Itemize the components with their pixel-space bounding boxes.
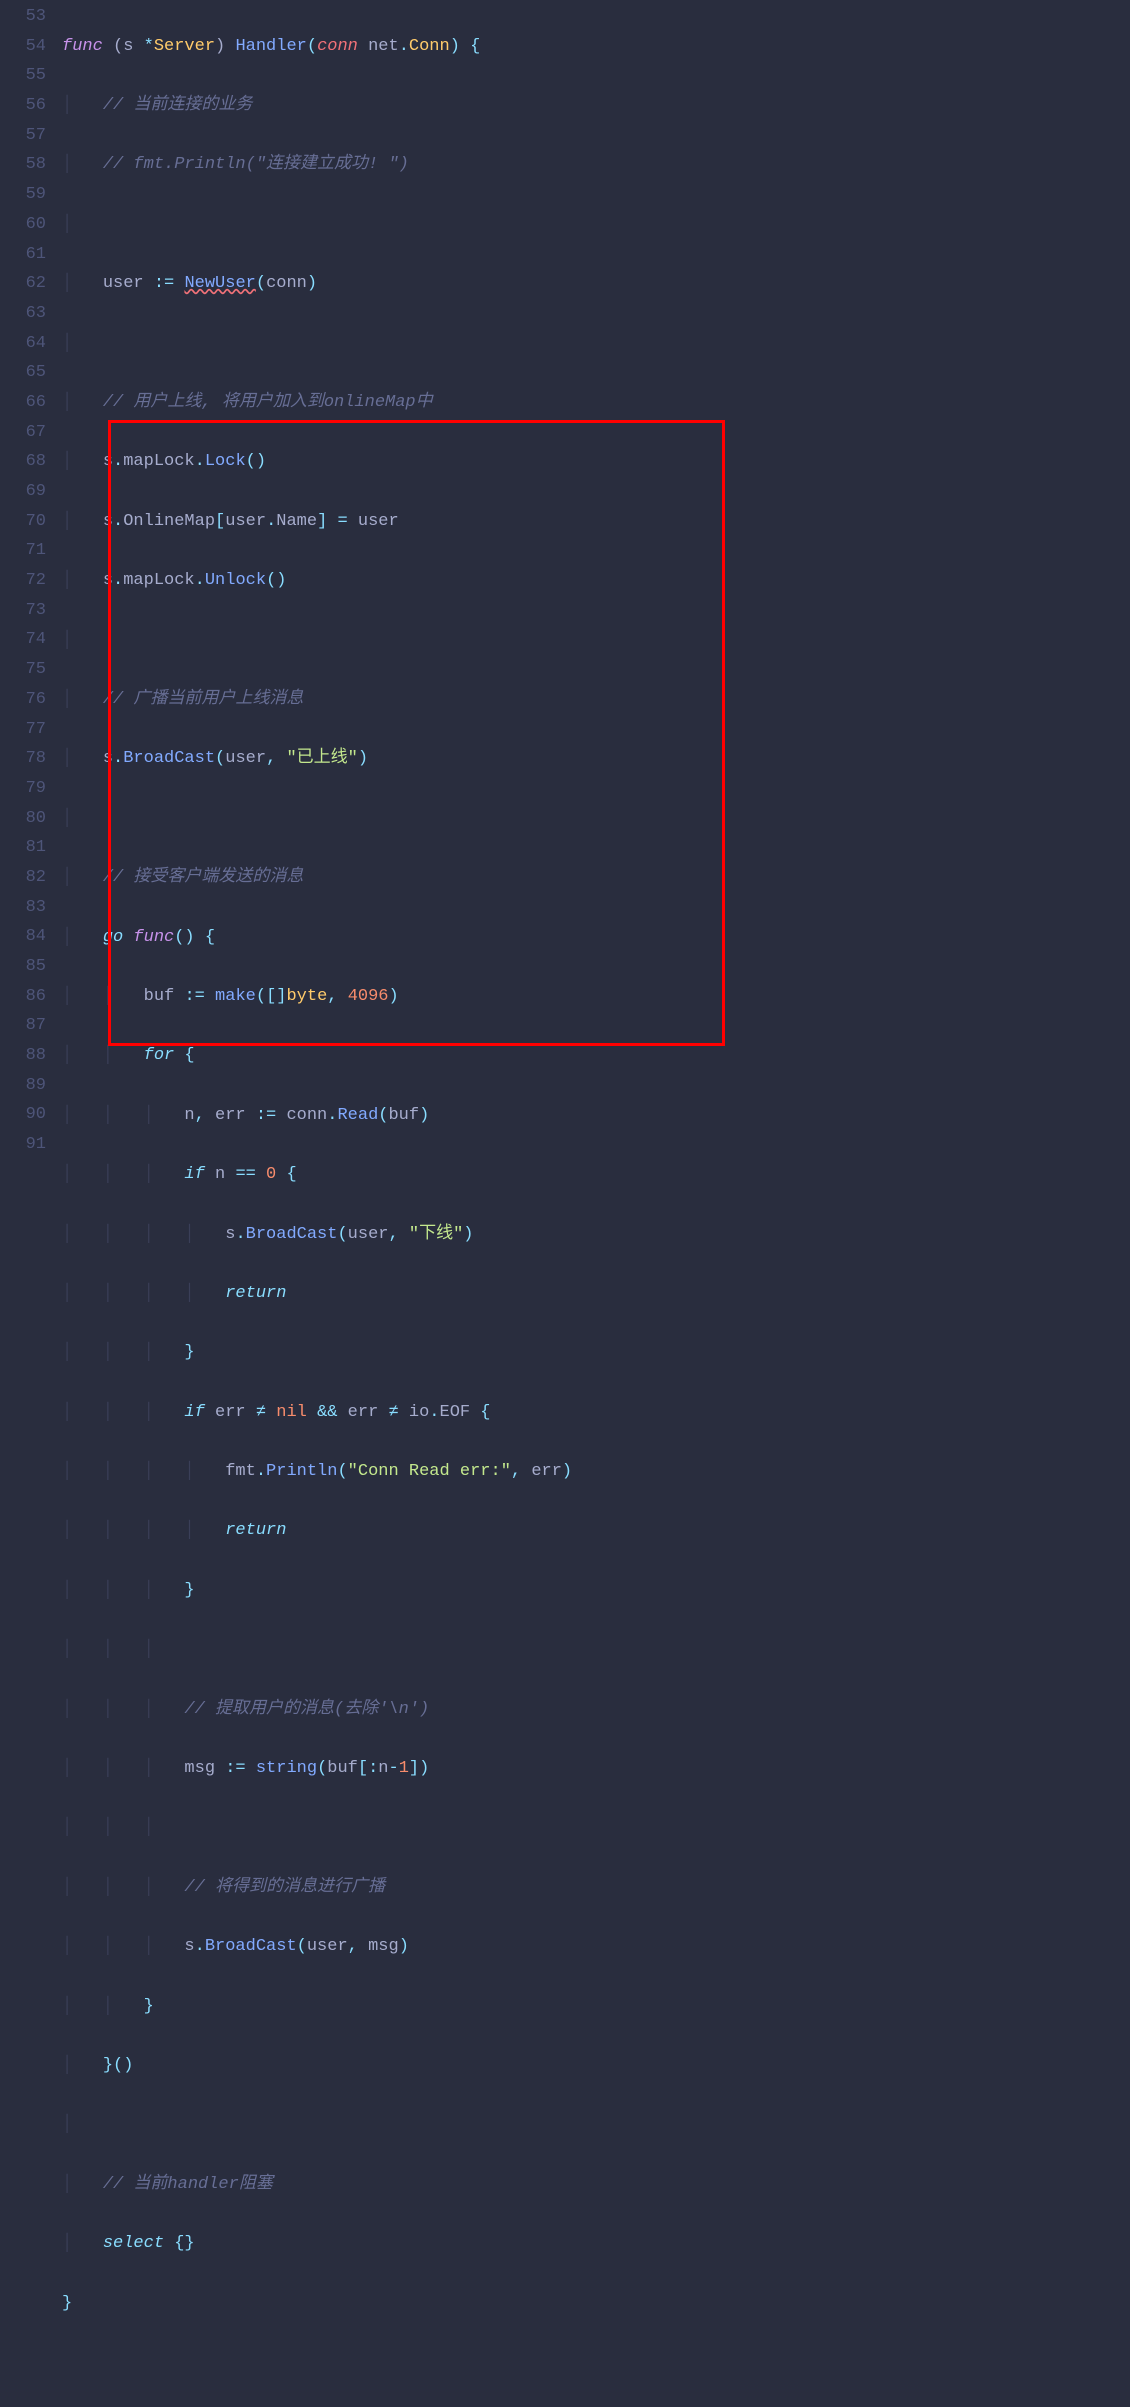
code-line[interactable]: │ s.mapLock.Unlock() — [62, 566, 1130, 596]
line-number: 63 — [0, 299, 46, 329]
line-number: 85 — [0, 952, 46, 982]
line-number: 64 — [0, 329, 46, 359]
code-line[interactable]: │ │ │ if err ≠ nil && err ≠ io.EOF { — [62, 1398, 1130, 1428]
code-line[interactable]: │ go func() { — [62, 923, 1130, 953]
line-number: 81 — [0, 833, 46, 863]
code-line[interactable]: │ — [62, 804, 1130, 834]
code-line[interactable]: │ │ │ // 将得到的消息进行广播 — [62, 1873, 1130, 1903]
code-line[interactable]: func (s *Server) Handler(conn net.Conn) … — [62, 32, 1130, 62]
line-number: 71 — [0, 536, 46, 566]
line-number: 82 — [0, 863, 46, 893]
line-number: 78 — [0, 744, 46, 774]
code-line[interactable]: │ │ } — [62, 1992, 1130, 2022]
line-number: 57 — [0, 121, 46, 151]
code-line[interactable]: │ — [62, 210, 1130, 240]
line-number: 69 — [0, 477, 46, 507]
line-number: 55 — [0, 61, 46, 91]
code-line[interactable]: │ │ │ n, err := conn.Read(buf) — [62, 1101, 1130, 1131]
line-number: 76 — [0, 685, 46, 715]
code-line[interactable]: │ s.mapLock.Lock() — [62, 447, 1130, 477]
line-number: 58 — [0, 150, 46, 180]
line-number: 87 — [0, 1011, 46, 1041]
code-line[interactable]: │ — [62, 329, 1130, 359]
line-number: 88 — [0, 1041, 46, 1071]
line-number: 73 — [0, 596, 46, 626]
line-number: 83 — [0, 893, 46, 923]
code-line[interactable]: │ │ │ } — [62, 1338, 1130, 1368]
line-number: 56 — [0, 91, 46, 121]
code-line[interactable]: │ s.OnlineMap[user.Name] = user — [62, 507, 1130, 537]
code-line[interactable]: │ select {} — [62, 2229, 1130, 2259]
line-number: 66 — [0, 388, 46, 418]
code-line[interactable]: │ // 当前handler阻塞 — [62, 2170, 1130, 2200]
line-number: 59 — [0, 180, 46, 210]
code-line[interactable]: │ │ │ │ return — [62, 1279, 1130, 1309]
code-line[interactable]: │ │ │ } — [62, 1576, 1130, 1606]
code-line[interactable]: │ // 接受客户端发送的消息 — [62, 863, 1130, 893]
line-number: 86 — [0, 982, 46, 1012]
code-line[interactable]: │ │ │ — [62, 1813, 1130, 1843]
line-number: 70 — [0, 507, 46, 537]
line-number: 84 — [0, 922, 46, 952]
code-area[interactable]: func (s *Server) Handler(conn net.Conn) … — [62, 0, 1130, 1248]
line-number: 72 — [0, 566, 46, 596]
code-line[interactable]: │ // fmt.Println("连接建立成功! ") — [62, 150, 1130, 180]
code-line[interactable]: │ │ │ if n == 0 { — [62, 1160, 1130, 1190]
line-number: 80 — [0, 804, 46, 834]
code-line[interactable]: │ │ │ │ return — [62, 1516, 1130, 1546]
code-line[interactable]: │ // 当前连接的业务 — [62, 91, 1130, 121]
line-number: 60 — [0, 210, 46, 240]
code-editor[interactable]: 53 54 55 56 57 58 59 60 61 62 63 64 65 6… — [0, 0, 1130, 1248]
code-line[interactable]: │ │ │ // 提取用户的消息(去除'\n') — [62, 1695, 1130, 1725]
line-number: 67 — [0, 418, 46, 448]
code-line[interactable]: │ user := NewUser(conn) — [62, 269, 1130, 299]
line-number: 89 — [0, 1071, 46, 1101]
line-number: 53 — [0, 2, 46, 32]
code-line[interactable]: │ // 用户上线, 将用户加入到onlineMap中 — [62, 388, 1130, 418]
line-number: 75 — [0, 655, 46, 685]
code-line[interactable]: } — [62, 2289, 1130, 2319]
line-number: 62 — [0, 269, 46, 299]
line-number: 79 — [0, 774, 46, 804]
code-line[interactable]: │ // 广播当前用户上线消息 — [62, 685, 1130, 715]
code-line[interactable]: │ — [62, 626, 1130, 656]
code-line[interactable]: │ — [62, 2110, 1130, 2140]
line-number: 68 — [0, 447, 46, 477]
line-number: 54 — [0, 32, 46, 62]
code-line[interactable]: │ │ │ — [62, 1635, 1130, 1665]
line-number-gutter: 53 54 55 56 57 58 59 60 61 62 63 64 65 6… — [0, 0, 62, 1248]
line-number: 65 — [0, 358, 46, 388]
code-line[interactable]: │ │ buf := make([]byte, 4096) — [62, 982, 1130, 1012]
code-line[interactable]: │ s.BroadCast(user, "已上线") — [62, 744, 1130, 774]
line-number: 90 — [0, 1100, 46, 1130]
code-line[interactable]: │ │ │ │ fmt.Println("Conn Read err:", er… — [62, 1457, 1130, 1487]
line-number: 74 — [0, 625, 46, 655]
line-number: 61 — [0, 240, 46, 270]
line-number: 91 — [0, 1130, 46, 1160]
code-line[interactable]: │ │ │ │ s.BroadCast(user, "下线") — [62, 1220, 1130, 1250]
code-line[interactable]: │ │ │ msg := string(buf[:n-1]) — [62, 1754, 1130, 1784]
code-line[interactable]: │ │ for { — [62, 1041, 1130, 1071]
code-line[interactable]: │ }() — [62, 2051, 1130, 2081]
code-line[interactable]: │ │ │ s.BroadCast(user, msg) — [62, 1932, 1130, 1962]
line-number: 77 — [0, 715, 46, 745]
